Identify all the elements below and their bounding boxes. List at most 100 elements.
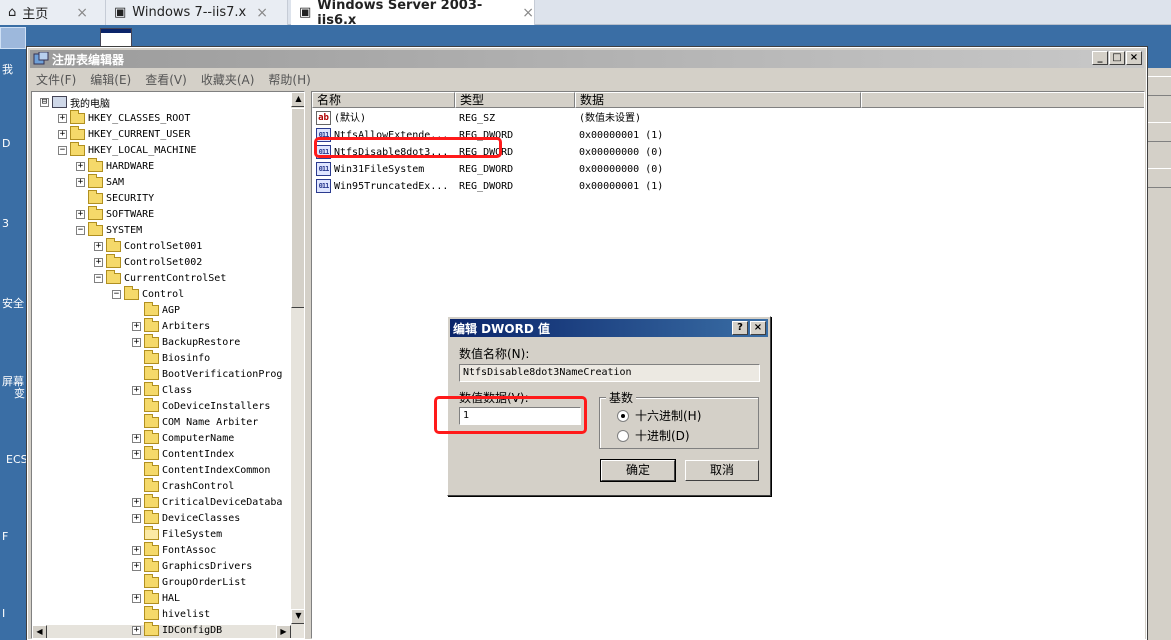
tree-node[interactable]: − Control <box>112 285 184 302</box>
host-tab-win2003[interactable]: ▣ Windows Server 2003-iis6.x × <box>291 0 535 28</box>
close-icon[interactable]: × <box>522 5 534 21</box>
tree-node[interactable]: + GraphicsDrivers <box>132 557 252 574</box>
maximize-button[interactable]: □ <box>1109 51 1125 65</box>
tree-node[interactable]: BootVerificationProg <box>132 365 282 382</box>
collapse-icon[interactable]: − <box>112 289 121 299</box>
dialog-close-button[interactable]: × <box>750 321 766 335</box>
dialog-titlebar[interactable]: 编辑 DWORD 值 ? × <box>450 319 768 337</box>
scroll-right-button[interactable]: ▶ <box>276 625 291 638</box>
scroll-left-button[interactable]: ◀ <box>32 625 47 638</box>
registry-value-row[interactable]: 011 Win31FileSystem REG_DWORD 0x00000000 (0… <box>316 161 876 178</box>
tree-node[interactable]: Biosinfo <box>132 349 210 366</box>
tree-node[interactable]: ContentIndexCommon <box>132 461 270 478</box>
radio-decimal-dot[interactable] <box>617 429 629 442</box>
tree-node[interactable]: − SYSTEM <box>76 221 142 238</box>
host-tab-home[interactable]: ⌂ 主页 × <box>0 0 106 25</box>
expand-icon[interactable]: + <box>132 321 141 331</box>
pane-splitter[interactable] <box>306 91 310 639</box>
tree-node[interactable]: AGP <box>132 301 180 318</box>
tree-node[interactable]: − HKEY_LOCAL_MACHINE <box>58 141 196 158</box>
scroll-up-button[interactable]: ▲ <box>291 92 304 107</box>
ok-button[interactable]: 确定 <box>600 459 676 482</box>
collapse-icon[interactable]: − <box>58 145 67 155</box>
expand-icon[interactable]: + <box>58 113 67 123</box>
menu-file[interactable]: 文件(F) <box>36 71 76 88</box>
tree-node[interactable]: + DeviceClasses <box>132 509 240 526</box>
tree-node[interactable]: SECURITY <box>76 189 154 206</box>
tree-vertical-scrollbar[interactable]: ▲ ▼ <box>291 92 304 638</box>
expand-icon[interactable]: + <box>132 625 141 635</box>
menu-help[interactable]: 帮助(H) <box>268 71 310 88</box>
column-header-data[interactable]: 数据 <box>575 92 861 108</box>
tree-node[interactable]: + SAM <box>76 173 124 190</box>
expand-icon[interactable]: + <box>94 241 103 251</box>
expand-icon[interactable]: + <box>132 497 141 507</box>
radio-decimal[interactable]: 十进制(D) <box>617 427 690 444</box>
tree-node[interactable]: GroupOrderList <box>132 573 246 590</box>
menu-favorites[interactable]: 收藏夹(A) <box>201 71 255 88</box>
scroll-down-button[interactable]: ▼ <box>291 609 304 624</box>
expand-icon[interactable]: + <box>132 545 141 555</box>
menu-view[interactable]: 查看(V) <box>145 71 187 88</box>
desktop-icon[interactable] <box>0 27 26 49</box>
tree-node[interactable]: + Arbiters <box>132 317 210 334</box>
expand-icon[interactable]: + <box>132 385 141 395</box>
column-header-type[interactable]: 类型 <box>455 92 575 108</box>
tree-node[interactable]: + IDConfigDB <box>132 621 222 638</box>
tree-node[interactable]: + Class <box>132 381 192 398</box>
tree-node[interactable]: + HAL <box>132 589 180 606</box>
tree-node[interactable]: + HKEY_CLASSES_ROOT <box>58 109 190 126</box>
tree-node[interactable]: + CriticalDeviceDataba <box>132 493 282 510</box>
tree-node[interactable]: + ContentIndex <box>132 445 234 462</box>
expand-icon[interactable]: + <box>76 209 85 219</box>
host-tab-win7[interactable]: ▣ Windows 7--iis7.x × <box>106 0 288 25</box>
column-header-name[interactable]: 名称 <box>312 92 455 108</box>
cancel-button[interactable]: 取消 <box>685 460 759 481</box>
tree-node[interactable]: + ControlSet002 <box>94 253 202 270</box>
tree-node[interactable]: CrashControl <box>132 477 234 494</box>
tree-node[interactable]: CoDeviceInstallers <box>132 397 270 414</box>
value-data-input[interactable]: 1 <box>459 407 581 425</box>
expand-icon[interactable]: + <box>132 513 141 523</box>
registry-value-row[interactable]: 011 Win95TruncatedEx... REG_DWORD 0x0000000… <box>316 178 876 195</box>
tree-node[interactable]: + ComputerName <box>132 429 234 446</box>
close-icon[interactable]: × <box>256 5 268 21</box>
help-button[interactable]: ? <box>732 321 748 335</box>
scroll-thumb[interactable] <box>291 108 304 308</box>
desktop-window-icon[interactable] <box>100 28 132 48</box>
tree-node[interactable]: COM Name Arbiter <box>132 413 258 430</box>
menu-edit[interactable]: 编辑(E) <box>90 71 131 88</box>
expand-icon[interactable]: + <box>132 449 141 459</box>
expand-icon[interactable]: + <box>132 433 141 443</box>
expand-icon[interactable]: + <box>76 161 85 171</box>
collapse-icon[interactable]: − <box>94 273 103 283</box>
tree-node[interactable]: + HKEY_CURRENT_USER <box>58 125 190 142</box>
expand-icon[interactable]: + <box>132 561 141 571</box>
radio-hex[interactable]: 十六进制(H) <box>617 407 701 424</box>
tree-node[interactable]: + ControlSet001 <box>94 237 202 254</box>
collapse-icon[interactable]: ⊟ <box>40 97 49 107</box>
radio-hex-dot[interactable] <box>617 409 629 422</box>
registry-value-row[interactable]: 011 NtfsAllowExtende... REG_DWORD 0x0000000… <box>316 127 876 144</box>
expand-icon[interactable]: + <box>132 337 141 347</box>
registry-value-row[interactable]: 011 NtfsDisable8dot3... REG_DWORD 0x0000000… <box>316 144 876 161</box>
tree-node[interactable]: + BackupRestore <box>132 333 240 350</box>
tree-node[interactable]: ⊟ 我的电脑 <box>40 94 110 110</box>
registry-tree[interactable]: ▲ ▼ ◀ ▶ ⊟ 我的电脑 + HKEY_CLASSES_ROOT + HKEY_CUR… <box>31 91 305 639</box>
minimize-button[interactable]: _ <box>1092 51 1108 65</box>
tree-node[interactable]: + HARDWARE <box>76 157 154 174</box>
close-button[interactable]: × <box>1126 51 1142 65</box>
tree-node[interactable]: hivelist <box>132 605 210 622</box>
tree-node[interactable]: + SOFTWARE <box>76 205 154 222</box>
expand-icon[interactable]: + <box>76 177 85 187</box>
expand-icon[interactable]: + <box>94 257 103 267</box>
tree-node[interactable]: FileSystem <box>132 525 222 542</box>
window-titlebar[interactable]: 注册表编辑器 _ □ × <box>30 50 1144 68</box>
collapse-icon[interactable]: − <box>76 225 85 235</box>
tree-node[interactable]: − CurrentControlSet <box>94 269 226 286</box>
expand-icon[interactable]: + <box>58 129 67 139</box>
tree-node[interactable]: + FontAssoc <box>132 541 216 558</box>
close-icon[interactable]: × <box>76 5 88 21</box>
expand-icon[interactable]: + <box>132 593 141 603</box>
registry-value-row[interactable]: ab (默认) REG_SZ (数值未设置) <box>316 110 876 127</box>
